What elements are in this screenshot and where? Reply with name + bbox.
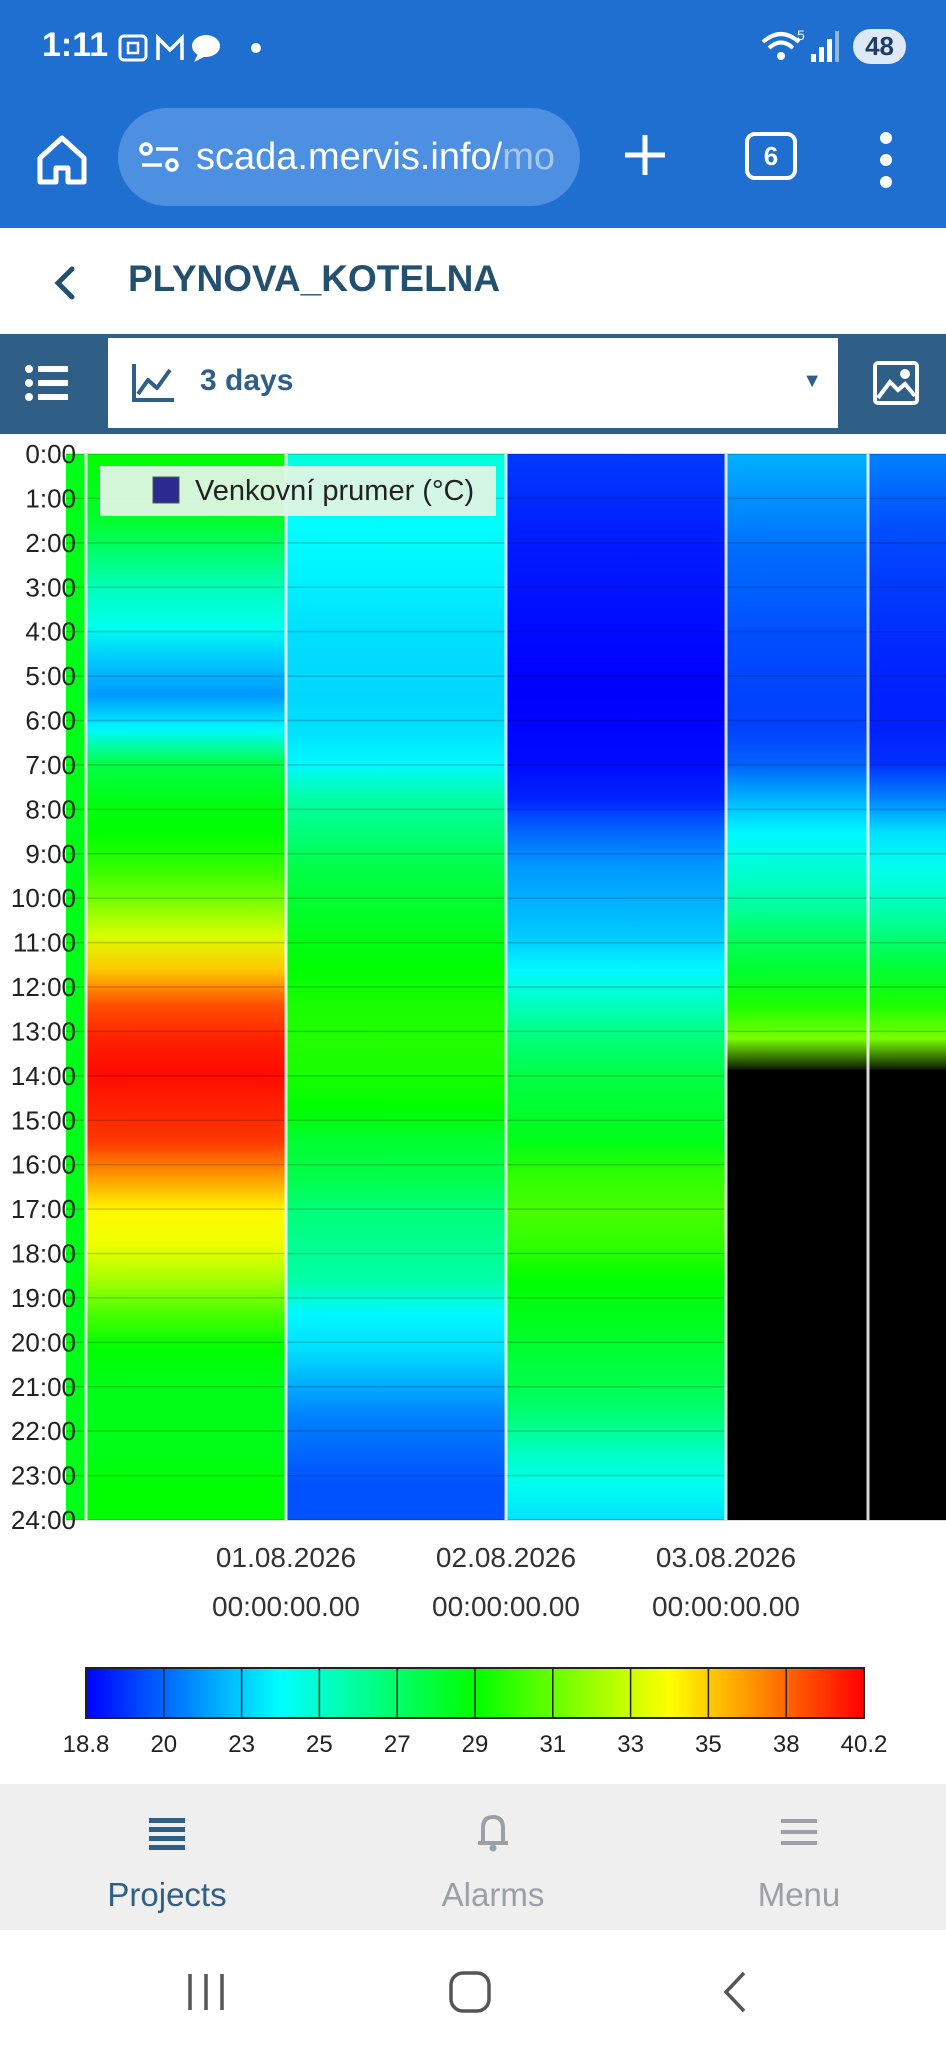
y-tick-label: 2:00	[25, 528, 76, 558]
svg-text:5: 5	[797, 28, 805, 43]
x-tick-time: 00:00:00.00	[212, 1591, 360, 1622]
color-scale-label: 27	[384, 1731, 411, 1758]
y-tick-label: 9:00	[25, 839, 76, 869]
y-tick-label: 0:00	[25, 439, 76, 469]
y-tick-label: 5:00	[25, 661, 76, 691]
y-tick-label: 18:00	[11, 1239, 76, 1269]
y-tick-label: 16:00	[11, 1150, 76, 1180]
url-main: scada.mervis.info/	[196, 135, 503, 178]
url-text[interactable]: scada.mervis.info/mo	[196, 136, 555, 179]
x-tick-time: 00:00:00.00	[652, 1591, 800, 1622]
y-tick-label: 1:00	[25, 483, 76, 513]
time-range-label: 3 days	[200, 364, 294, 397]
system-navigation	[0, 1930, 946, 2049]
back-system-icon[interactable]	[720, 1970, 750, 2014]
x-tick-date: 03.08.2026	[656, 1542, 796, 1573]
y-tick-label: 17:00	[11, 1194, 76, 1224]
alarms-bell-icon	[478, 1814, 508, 1852]
home-system-icon[interactable]	[448, 1970, 492, 2014]
x-tick-time: 00:00:00.00	[432, 1591, 580, 1622]
y-tick-label: 11:00	[13, 928, 76, 958]
notification-icons-icon	[118, 33, 261, 62]
dropdown-caret-icon: ▼	[802, 370, 822, 392]
wifi-signal-icon: 5	[761, 28, 840, 62]
color-scale-label: 20	[150, 1731, 177, 1758]
status-time: 1:11	[42, 26, 109, 64]
color-scale-label: 25	[306, 1731, 333, 1758]
color-scale-label: 33	[617, 1731, 644, 1758]
y-tick-label: 13:00	[11, 1016, 76, 1046]
back-chevron-icon[interactable]	[52, 266, 76, 300]
site-settings-icon[interactable]	[138, 137, 182, 177]
status-bar: 1:11 5 48	[0, 0, 946, 100]
heatmap-missing-data	[868, 1069, 946, 1520]
more-options-icon[interactable]	[878, 130, 894, 190]
y-tick-label: 3:00	[25, 572, 76, 602]
y-tick-label: 15:00	[11, 1105, 76, 1135]
page-header: PLYNOVA_KOTELNA	[0, 228, 946, 335]
y-tick-label: 22:00	[11, 1416, 76, 1446]
nav-projects-label: Projects	[107, 1876, 227, 1913]
y-tick-label: 24:00	[11, 1505, 76, 1535]
bottom-navigation: Projects Alarms Menu	[0, 1784, 946, 1930]
heatmap-missing-data	[726, 1069, 868, 1520]
nav-menu[interactable]: Menu	[649, 1784, 946, 1930]
color-scale-label: 31	[539, 1731, 566, 1758]
address-bar[interactable]: scada.mervis.info/mo	[118, 108, 580, 206]
legend-swatch	[152, 476, 180, 504]
page-title: PLYNOVA_KOTELNA	[128, 258, 501, 299]
list-icon[interactable]	[24, 360, 70, 406]
legend-label: Venkovní prumer (°C)	[195, 475, 474, 507]
battery-indicator: 48	[853, 28, 906, 64]
y-tick-label: 10:00	[11, 883, 76, 913]
menu-icon	[781, 1819, 817, 1845]
color-scale-label: 38	[773, 1731, 800, 1758]
color-scale-label: 35	[695, 1731, 722, 1758]
heatmap-chart[interactable]: 0:00 1:00 2:00 3:00 4:00 5:00 6:00 7:00 8:00 9:00…	[0, 434, 946, 1784]
home-icon[interactable]	[32, 130, 92, 190]
x-tick-date: 02.08.2026	[436, 1542, 576, 1573]
y-tick-label: 7:00	[25, 750, 76, 780]
nav-alarms[interactable]: Alarms	[343, 1784, 643, 1930]
y-tick-label: 21:00	[11, 1372, 76, 1402]
y-tick-label: 12:00	[11, 972, 76, 1002]
y-tick-label: 14:00	[11, 1061, 76, 1091]
nav-projects[interactable]: Projects	[17, 1784, 317, 1930]
url-faded: mo	[502, 135, 556, 178]
x-tick-date: 01.08.2026	[216, 1542, 356, 1573]
color-scale-label: 23	[228, 1731, 255, 1758]
trend-chart-icon	[132, 364, 174, 402]
color-scale-label: 40.2	[841, 1731, 888, 1758]
recent-apps-icon[interactable]	[186, 1972, 226, 2012]
status-right: 5 48	[759, 28, 906, 64]
y-tick-label: 4:00	[25, 617, 76, 647]
y-tick-label: 23:00	[11, 1461, 76, 1491]
time-range-select[interactable]: 3 days ▼	[108, 338, 838, 428]
color-scale-label: 29	[462, 1731, 489, 1758]
nav-alarms-label: Alarms	[441, 1876, 545, 1913]
projects-icon	[149, 1818, 185, 1850]
color-scale-label: 18.8	[63, 1731, 110, 1758]
new-tab-icon[interactable]	[620, 130, 670, 180]
y-tick-label: 8:00	[25, 794, 76, 824]
y-tick-label: 19:00	[11, 1283, 76, 1313]
y-tick-label: 20:00	[11, 1327, 76, 1357]
y-tick-label: 6:00	[25, 706, 76, 736]
chart-toolbar: 3 days ▼	[0, 334, 946, 434]
heatmap-svg[interactable]: 0:00 1:00 2:00 3:00 4:00 5:00 6:00 7:00 8:00 9:00…	[0, 434, 946, 1784]
nav-menu-label: Menu	[757, 1876, 841, 1913]
browser-toolbar: scada.mervis.info/mo 6	[0, 100, 946, 228]
tab-switcher-button[interactable]: 6	[745, 132, 797, 180]
notification-icons	[118, 30, 268, 74]
image-export-icon[interactable]	[872, 360, 920, 406]
